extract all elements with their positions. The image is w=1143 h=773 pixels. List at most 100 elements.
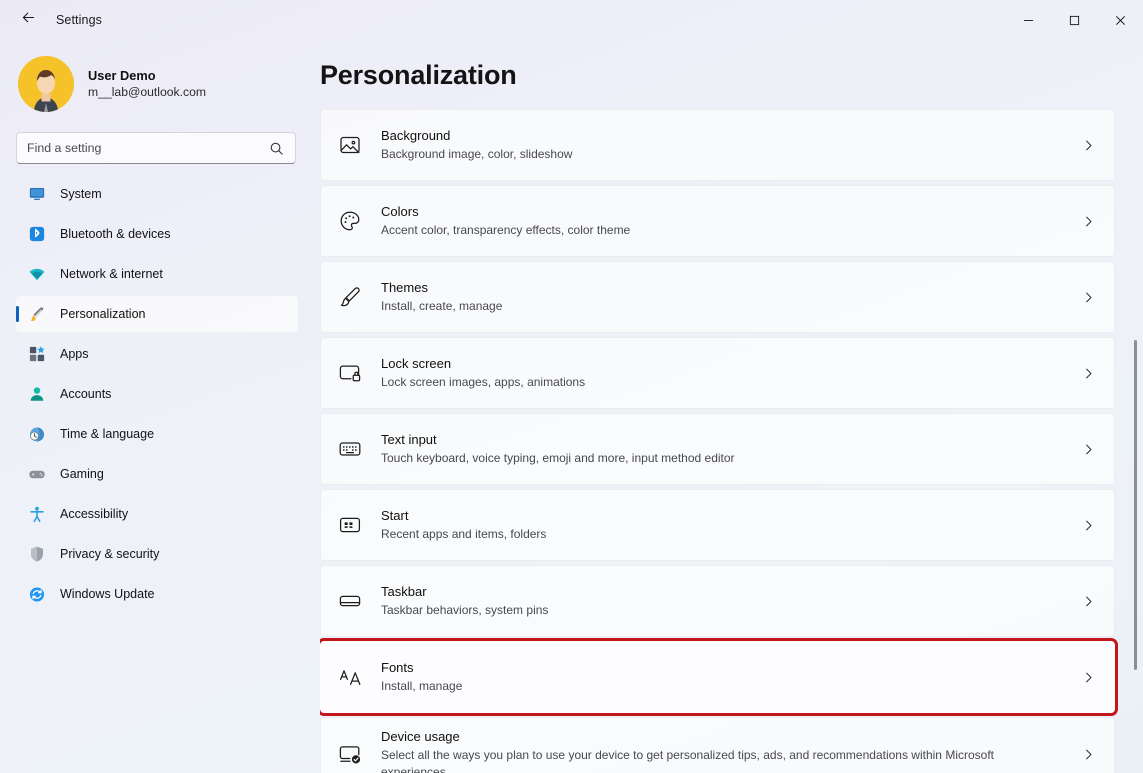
sidebar-item-accessibility[interactable]: Accessibility bbox=[16, 496, 298, 532]
sidebar-item-system[interactable]: System bbox=[16, 176, 298, 212]
sidebar-item-label: Privacy & security bbox=[60, 547, 160, 561]
keyboard-icon bbox=[337, 436, 363, 462]
title-bar: Settings bbox=[0, 0, 1143, 40]
window-body: User Demo m__lab@outlook.com System Bluet… bbox=[0, 40, 1143, 773]
fonts-aa-icon bbox=[337, 664, 363, 690]
card-title: Colors bbox=[381, 204, 419, 220]
clock-globe-icon bbox=[28, 425, 46, 443]
card-text: Start Recent apps and items, folders bbox=[381, 507, 1062, 543]
card-subtitle: Select all the ways you plan to use your… bbox=[381, 747, 994, 773]
wifi-icon bbox=[28, 265, 46, 283]
settings-card-colors[interactable]: Colors Accent color, transparency effects… bbox=[320, 185, 1115, 257]
search-input[interactable] bbox=[27, 141, 269, 155]
sidebar-item-gaming[interactable]: Gaming bbox=[16, 456, 298, 492]
sidebar-item-label: Gaming bbox=[60, 467, 104, 481]
search-box[interactable] bbox=[16, 132, 296, 164]
apps-grid-icon bbox=[28, 345, 46, 363]
card-title: Taskbar bbox=[381, 584, 427, 600]
card-title: Text input bbox=[381, 432, 437, 448]
chevron-right-icon bbox=[1080, 747, 1096, 762]
sidebar-item-personalization[interactable]: Personalization bbox=[16, 296, 298, 332]
chevron-right-icon bbox=[1080, 670, 1096, 685]
card-subtitle: Install, manage bbox=[381, 678, 463, 693]
card-title: Device usage bbox=[381, 729, 460, 744]
person-icon bbox=[28, 385, 46, 403]
window-controls bbox=[1005, 0, 1143, 40]
title-bar-left: Settings bbox=[0, 0, 1005, 40]
card-title: Background bbox=[381, 128, 451, 144]
minimize-icon bbox=[1023, 19, 1033, 21]
settings-card-background[interactable]: Background Background image, color, slide… bbox=[320, 109, 1115, 181]
card-title: Themes bbox=[381, 280, 428, 296]
palette-icon bbox=[337, 208, 363, 234]
maximize-icon bbox=[1069, 15, 1079, 25]
card-text: Taskbar Taskbar behaviors, system pins bbox=[381, 583, 1062, 619]
system-monitor-icon bbox=[28, 185, 46, 203]
device-usage-icon bbox=[337, 741, 363, 767]
card-text: Background Background image, color, slide… bbox=[381, 127, 1062, 163]
chevron-right-icon bbox=[1080, 214, 1096, 229]
sidebar-item-label: Bluetooth & devices bbox=[60, 227, 171, 241]
paintbrush-icon bbox=[337, 284, 363, 310]
sidebar-item-privacy-security[interactable]: Privacy & security bbox=[16, 536, 298, 572]
sidebar-item-accounts[interactable]: Accounts bbox=[16, 376, 298, 412]
settings-card-themes[interactable]: Themes Install, create, manage bbox=[320, 261, 1115, 333]
chevron-right-icon bbox=[1080, 138, 1096, 153]
card-text: Lock screen Lock screen images, apps, ani… bbox=[381, 355, 1062, 391]
bluetooth-icon bbox=[28, 225, 46, 243]
close-button[interactable] bbox=[1097, 0, 1143, 40]
sidebar-item-bluetooth-devices[interactable]: Bluetooth & devices bbox=[16, 216, 298, 252]
scrollbar[interactable] bbox=[1134, 40, 1137, 773]
sidebar-item-windows-update[interactable]: Windows Update bbox=[16, 576, 298, 612]
settings-card-start[interactable]: Start Recent apps and items, folders bbox=[320, 489, 1115, 561]
settings-card-lock-screen[interactable]: Lock screen Lock screen images, apps, ani… bbox=[320, 337, 1115, 409]
settings-window: Settings User Demo m__lab@outlook.com Fi… bbox=[0, 0, 1143, 773]
user-avatar-icon bbox=[18, 56, 74, 112]
maximize-button[interactable] bbox=[1051, 0, 1097, 40]
chevron-right-icon bbox=[1080, 594, 1096, 609]
taskbar-icon bbox=[337, 588, 363, 614]
main-inner: Personalization Background Background ima… bbox=[320, 40, 1143, 773]
card-text: Themes Install, create, manage bbox=[381, 279, 1062, 315]
settings-card-device-usage[interactable]: Device usage Select all the ways you plan… bbox=[320, 717, 1115, 773]
back-button[interactable] bbox=[14, 6, 42, 34]
sidebar-item-apps[interactable]: Apps bbox=[16, 336, 298, 372]
sidebar-item-label: Time & language bbox=[60, 427, 155, 441]
sidebar-item-label: System bbox=[60, 187, 102, 201]
settings-card-taskbar[interactable]: Taskbar Taskbar behaviors, system pins bbox=[320, 565, 1115, 637]
sidebar-item-time-language[interactable]: Time & language bbox=[16, 416, 298, 452]
avatar bbox=[18, 56, 74, 112]
shield-icon bbox=[28, 545, 46, 563]
scrollbar-thumb[interactable] bbox=[1134, 340, 1137, 670]
update-refresh-icon bbox=[28, 585, 46, 603]
back-arrow-icon bbox=[20, 9, 37, 31]
paintbrush-icon bbox=[28, 305, 46, 323]
card-text: Colors Accent color, transparency effects… bbox=[381, 203, 1062, 239]
card-subtitle: Taskbar behaviors, system pins bbox=[381, 602, 549, 617]
card-title: Lock screen bbox=[381, 356, 452, 372]
sidebar-item-label: Apps bbox=[60, 347, 89, 361]
card-subtitle: Background image, color, slideshow bbox=[381, 146, 573, 161]
close-icon bbox=[1115, 15, 1125, 25]
card-subtitle: Install, create, manage bbox=[381, 298, 503, 313]
chevron-right-icon bbox=[1080, 518, 1096, 533]
main-content: Personalization Background Background ima… bbox=[320, 40, 1143, 773]
page-title: Personalization bbox=[320, 60, 517, 90]
sidebar-item-label: Accessibility bbox=[60, 507, 129, 521]
card-text: Fonts Install, manage bbox=[381, 659, 1062, 695]
gamepad-icon bbox=[28, 465, 46, 483]
minimize-button[interactable] bbox=[1005, 0, 1051, 40]
settings-card-text-input[interactable]: Text input Touch keyboard, voice typing, … bbox=[320, 413, 1115, 485]
settings-card-fonts[interactable]: Fonts Install, manage bbox=[320, 638, 1118, 716]
card-title: Start bbox=[381, 508, 409, 524]
sidebar: User Demo m__lab@outlook.com System Bluet… bbox=[0, 40, 320, 773]
picture-icon bbox=[337, 132, 363, 158]
account-block[interactable]: User Demo m__lab@outlook.com bbox=[0, 40, 320, 128]
account-text: User Demo m__lab@outlook.com bbox=[88, 67, 206, 101]
sidebar-item-label: Windows Update bbox=[60, 587, 155, 601]
card-subtitle: Accent color, transparency effects, colo… bbox=[381, 222, 631, 237]
window-title: Settings bbox=[56, 13, 102, 27]
start-menu-icon bbox=[337, 512, 363, 538]
card-title: Fonts bbox=[381, 660, 414, 676]
sidebar-item-network-internet[interactable]: Network & internet bbox=[16, 256, 298, 292]
